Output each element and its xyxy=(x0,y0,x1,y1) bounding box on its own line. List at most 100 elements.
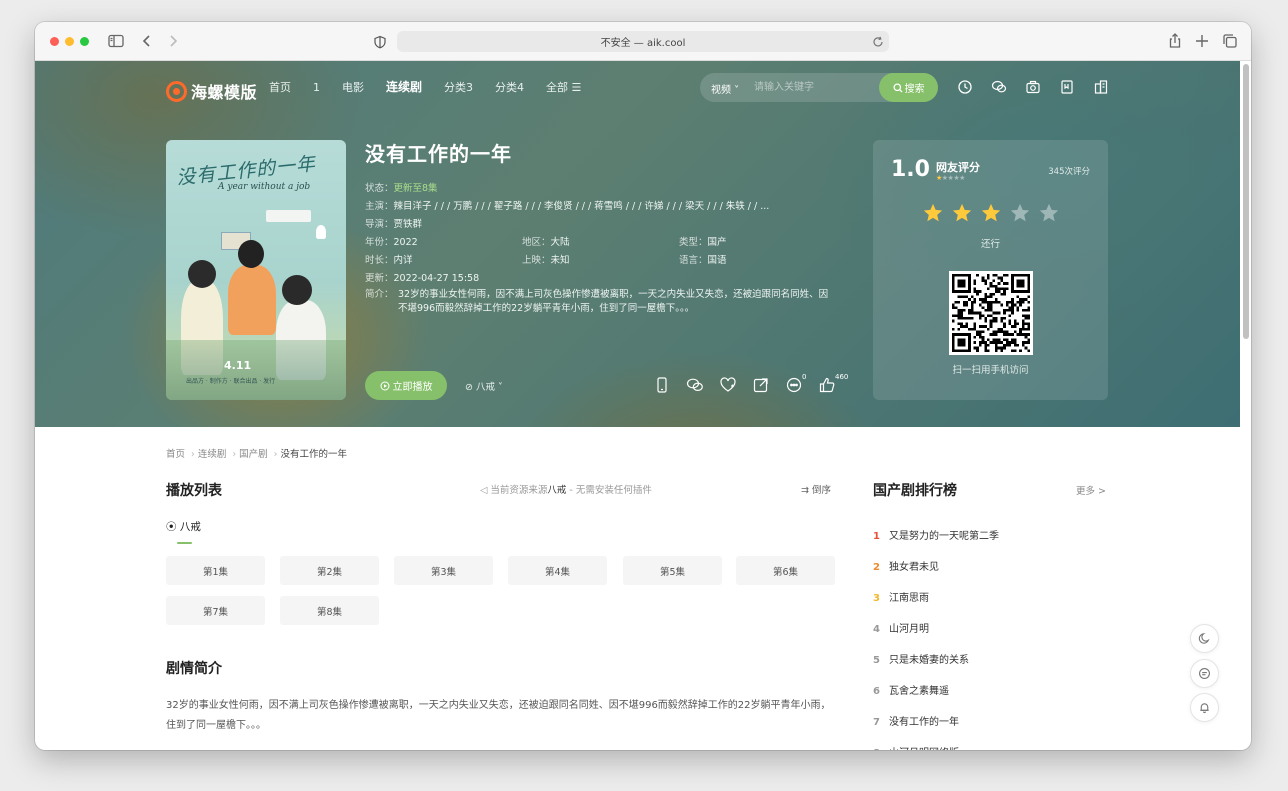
comment-icon[interactable]: 0 xyxy=(785,373,806,394)
rating-star-icon[interactable] xyxy=(951,202,973,224)
updated-row: 更新：2022-04-27 15:58 xyxy=(365,270,479,284)
history-icon[interactable] xyxy=(957,79,973,95)
dark-mode-button[interactable] xyxy=(1190,624,1219,653)
ranking-item[interactable]: 8山河月明网络版 xyxy=(873,744,959,750)
ranking-item-title: 没有工作的一年 xyxy=(889,717,959,728)
wechat-share-icon[interactable] xyxy=(686,376,704,394)
rating-score: 1.0 xyxy=(891,157,930,182)
episode-button[interactable]: 第7集 xyxy=(166,596,265,625)
building-icon[interactable] xyxy=(1093,79,1109,95)
breadcrumb-series[interactable]: 连续剧 xyxy=(198,449,227,460)
source-note-suffix: - 无需安装任何插件 xyxy=(566,485,652,496)
ranking-item[interactable]: 6 瓦舍之素舞遥 xyxy=(873,682,949,697)
ranking-more-link[interactable]: 更多 > xyxy=(1076,483,1106,497)
privacy-shield-icon[interactable] xyxy=(373,34,387,49)
ranking-item[interactable]: 5 只是未婚妻的关系 xyxy=(873,651,969,666)
release-label: 上映： xyxy=(522,255,551,266)
rating-star-icon[interactable] xyxy=(1038,202,1060,224)
ranking-item[interactable]: 1 又是努力的一天呢第二季 xyxy=(873,527,999,542)
search-button[interactable]: 搜索 xyxy=(879,73,938,102)
ranking-item[interactable]: 7 没有工作的一年 xyxy=(873,713,959,728)
back-arrow-icon[interactable] xyxy=(138,32,156,50)
ranking-number: 5 xyxy=(873,655,880,666)
episode-button[interactable]: 第5集 xyxy=(623,556,722,585)
nav-series[interactable]: 连续剧 xyxy=(386,79,422,96)
qr-code-image xyxy=(949,271,1033,355)
search-button-label: 搜索 xyxy=(904,84,925,95)
area-row: 地区：大陆 xyxy=(522,234,570,248)
duration-label: 时长： xyxy=(365,255,394,266)
playlist-title: 播放列表 xyxy=(166,483,222,499)
breadcrumb-home[interactable]: 首页 xyxy=(166,449,185,460)
sidebar-toggle-icon[interactable] xyxy=(107,32,125,50)
director-label: 导演： xyxy=(365,219,394,230)
episode-button[interactable]: 第2集 xyxy=(280,556,379,585)
action-icon-bar: 0 460 xyxy=(653,373,851,394)
director-value[interactable]: 贾铁群 xyxy=(394,219,423,230)
rating-star-icon[interactable] xyxy=(922,202,944,224)
qr-caption: 扫一扫用手机访问 xyxy=(952,365,1029,376)
rating-verdict: 还行 xyxy=(980,239,1000,250)
site-logo[interactable]: 海螺模版 xyxy=(166,79,257,103)
nav-1[interactable]: 1 xyxy=(313,79,320,96)
external-link-icon[interactable] xyxy=(752,376,770,394)
wechat-icon[interactable] xyxy=(991,79,1007,95)
bookmark-icon[interactable] xyxy=(1059,79,1075,95)
minimize-window-button[interactable] xyxy=(65,37,74,46)
page-scrollbar[interactable] xyxy=(1243,64,1249,339)
camera-icon[interactable] xyxy=(1025,79,1041,95)
notification-button[interactable] xyxy=(1190,693,1219,722)
source-tab-bajie[interactable]: ⦿ 八戒 xyxy=(166,519,201,534)
play-now-button[interactable]: 立即播放 xyxy=(365,371,447,400)
message-icon xyxy=(1199,668,1210,679)
source-select[interactable]: ⊘ 八戒 ˅ xyxy=(465,379,503,393)
ranking-item-title: 只是未婚妻的关系 xyxy=(889,655,969,666)
share-icon[interactable] xyxy=(1166,32,1184,50)
sort-button[interactable]: ⇉ 倒序 xyxy=(801,482,831,496)
ranking-item[interactable]: 2 独女君未见 xyxy=(873,558,939,573)
ranking-item[interactable]: 4 山河月明 xyxy=(873,620,929,635)
ranking-number: 7 xyxy=(873,717,880,728)
intro-row: 简介： 32岁的事业女性何雨，因不满上司灰色操作惨遭被离职，一天之内失业又失恋，… xyxy=(365,288,835,316)
play-circle-icon xyxy=(380,381,389,390)
status-value: 更新至8集 xyxy=(393,183,438,194)
nav-movies[interactable]: 电影 xyxy=(342,79,364,96)
ranking-number: 4 xyxy=(873,624,880,635)
feedback-button[interactable] xyxy=(1190,659,1219,688)
search-input[interactable] xyxy=(754,78,874,97)
like-icon[interactable]: 460 xyxy=(818,373,848,394)
phone-icon[interactable] xyxy=(653,376,671,394)
rating-star-icon[interactable] xyxy=(980,202,1002,224)
search-type-select[interactable]: 视频 ˅ xyxy=(711,81,739,96)
breadcrumb-domestic[interactable]: 国产剧 xyxy=(239,449,268,460)
browser-toolbar: 不安全 — aik.cool xyxy=(35,22,1251,61)
poster-image[interactable]: 没有工作的一年 A year without a job 4.11 出品方 · … xyxy=(166,140,346,400)
episode-button[interactable]: 第4集 xyxy=(508,556,607,585)
language-value: 国语 xyxy=(707,255,727,266)
cast-value[interactable]: 辣目洋子 / / / 万鹏 / / / 翟子路 / / / 李俊贤 / / / … xyxy=(394,201,770,212)
close-window-button[interactable] xyxy=(50,37,59,46)
episode-button[interactable]: 第8集 xyxy=(280,596,379,625)
episode-button[interactable]: 第6集 xyxy=(736,556,835,585)
ranking-number: 2 xyxy=(873,562,880,573)
zoom-window-button[interactable] xyxy=(80,37,89,46)
ranking-item[interactable]: 3 江南思雨 xyxy=(873,589,929,604)
nav-home[interactable]: 首页 xyxy=(269,79,291,96)
episode-button[interactable]: 第1集 xyxy=(166,556,265,585)
nav-category-4[interactable]: 分类4 xyxy=(495,79,524,96)
rating-star-icon[interactable] xyxy=(1009,202,1031,224)
nav-all[interactable]: 全部 ☰ xyxy=(546,79,581,96)
reload-icon[interactable] xyxy=(871,34,885,48)
area-value: 大陆 xyxy=(550,237,570,248)
rating-card: 1.0 网友评分 ★★★★★ 345次评分 还行 扫一扫用手机访问 xyxy=(873,140,1108,400)
new-tab-icon[interactable] xyxy=(1193,32,1211,50)
type-label: 类型： xyxy=(679,237,708,248)
source-select-label: 八戒 xyxy=(475,382,495,393)
tab-overview-icon[interactable] xyxy=(1221,32,1239,50)
favorite-icon[interactable] xyxy=(719,376,737,394)
nav-category-3[interactable]: 分类3 xyxy=(444,79,473,96)
address-bar[interactable]: 不安全 — aik.cool xyxy=(397,31,889,52)
forward-arrow-icon[interactable] xyxy=(164,32,182,50)
status-label: 状态： xyxy=(365,183,394,194)
episode-button[interactable]: 第3集 xyxy=(394,556,493,585)
